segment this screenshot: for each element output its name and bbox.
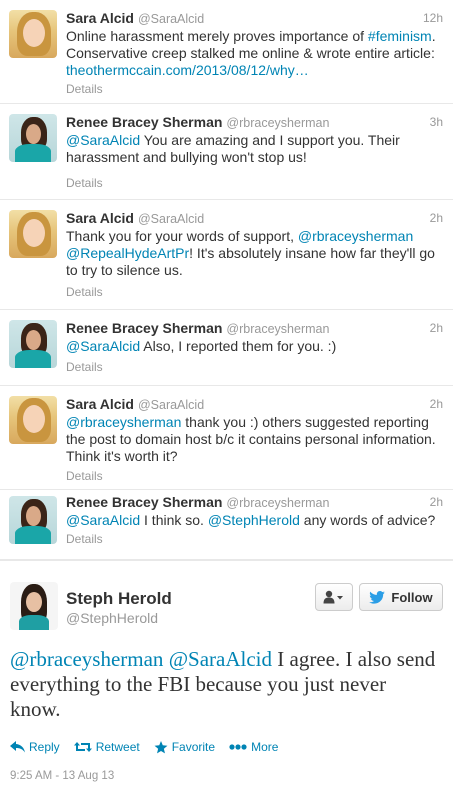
avatar-steph-herold[interactable] xyxy=(10,582,58,630)
mention-link[interactable]: @SaraAlcid xyxy=(66,512,140,528)
mention-link[interactable]: @rbraceysherman xyxy=(298,228,413,244)
author-handle[interactable]: @SaraAlcid xyxy=(138,398,204,412)
details-link[interactable]: Details xyxy=(66,285,103,299)
retweet-icon xyxy=(73,742,92,752)
mention-link[interactable]: @SaraAlcid xyxy=(169,647,272,671)
tweet-time[interactable]: 3h xyxy=(430,115,443,129)
tweet-text: Thank you for your words of support, @rb… xyxy=(66,228,435,278)
tweet-header: Renee Bracey Sherman @rbraceysherman 3h xyxy=(66,114,443,132)
tweet-time[interactable]: 2h xyxy=(430,321,443,335)
mention-link[interactable]: @rbraceysherman xyxy=(66,414,181,430)
hashtag-link[interactable]: #feminism xyxy=(368,28,432,44)
author-handle[interactable]: @SaraAlcid xyxy=(138,212,204,226)
reply-tweet-2[interactable]: Renee Bracey Sherman @rbraceysherman 3h @… xyxy=(0,104,453,200)
author-name[interactable]: Renee Bracey Sherman xyxy=(66,114,222,130)
author-name[interactable]: Sara Alcid xyxy=(66,210,134,226)
details-link[interactable]: Details xyxy=(66,360,103,374)
tweet-timestamp[interactable]: 9:25 AM - 13 Aug 13 xyxy=(10,770,114,782)
details-link[interactable]: Details xyxy=(66,469,103,483)
url-link[interactable]: theothermccain.com/2013/08/12/why… xyxy=(66,62,309,78)
main-tweet: Steph Herold @StephHerold Follow @rbrace… xyxy=(0,560,453,798)
tweet-text: @SaraAlcid I think so. @StephHerold any … xyxy=(66,512,436,528)
author-handle[interactable]: @rbraceysherman xyxy=(226,116,329,130)
avatar-sara-alcid[interactable] xyxy=(9,396,57,444)
more-dots-icon xyxy=(229,744,247,750)
follow-button[interactable]: Follow xyxy=(359,583,443,611)
avatar-renee-bracey-sherman[interactable] xyxy=(9,114,57,162)
tweet-text: Online harassment merely proves importan… xyxy=(66,28,436,78)
mention-link[interactable]: @SaraAlcid xyxy=(66,338,140,354)
tweet-text: @SaraAlcid Also, I reported them for you… xyxy=(66,338,337,354)
follow-label: Follow xyxy=(391,589,433,605)
author-name[interactable]: Steph Herold xyxy=(66,589,172,609)
details-link[interactable]: Details xyxy=(66,176,103,190)
reply-tweet-1[interactable]: Sara Alcid @SaraAlcid 12h Online harassme… xyxy=(0,0,453,104)
main-tweet-text: @rbraceysherman @SaraAlcid I agree. I al… xyxy=(10,647,436,721)
tweet-time[interactable]: 12h xyxy=(423,11,443,25)
mention-link[interactable]: @StephHerold xyxy=(208,512,300,528)
author-name[interactable]: Renee Bracey Sherman xyxy=(66,320,222,336)
avatar-sara-alcid[interactable] xyxy=(9,10,57,58)
tweet-text: @rbraceysherman thank you :) others sugg… xyxy=(66,414,436,464)
reply-tweet-3[interactable]: Sara Alcid @SaraAlcid 2h Thank you for yo… xyxy=(0,200,453,310)
user-icon xyxy=(323,590,343,604)
reply-tweet-5[interactable]: Sara Alcid @SaraAlcid 2h @rbraceysherman … xyxy=(0,386,453,490)
tweet-header: Renee Bracey Sherman @rbraceysherman 2h xyxy=(66,320,443,338)
author-name[interactable]: Renee Bracey Sherman xyxy=(66,494,222,510)
author-handle[interactable]: @SaraAlcid xyxy=(138,12,204,26)
mention-link[interactable]: @RepealHydeArtPr xyxy=(66,245,189,261)
tweet-time[interactable]: 2h xyxy=(430,211,443,225)
tweet-header: Sara Alcid @SaraAlcid 2h xyxy=(66,396,443,414)
details-link[interactable]: Details xyxy=(66,532,103,546)
mention-link[interactable]: @rbraceysherman xyxy=(10,647,163,671)
retweet-action[interactable]: Retweet xyxy=(73,740,140,754)
author-name[interactable]: Sara Alcid xyxy=(66,10,134,26)
tweet-time[interactable]: 2h xyxy=(430,397,443,411)
tweet-header: Renee Bracey Sherman @rbraceysherman 2h xyxy=(66,494,443,512)
author-handle[interactable]: @rbraceysherman xyxy=(226,322,329,336)
mention-link[interactable]: @SaraAlcid xyxy=(66,132,140,148)
avatar-sara-alcid[interactable] xyxy=(9,210,57,258)
more-action[interactable]: More xyxy=(229,740,278,754)
reply-tweet-4[interactable]: Renee Bracey Sherman @rbraceysherman 2h @… xyxy=(0,310,453,386)
reply-tweet-6[interactable]: Renee Bracey Sherman @rbraceysherman 2h @… xyxy=(0,490,453,560)
twitter-bird-icon xyxy=(369,590,386,604)
tweet-time[interactable]: 2h xyxy=(430,495,443,509)
avatar-renee-bracey-sherman[interactable] xyxy=(9,320,57,368)
author-handle[interactable]: @rbraceysherman xyxy=(226,496,329,510)
author-handle[interactable]: @StephHerold xyxy=(66,610,158,626)
favorite-action[interactable]: Favorite xyxy=(154,740,215,754)
user-actions-button[interactable] xyxy=(315,583,353,611)
tweet-actions: Reply Retweet Favorite More xyxy=(10,738,292,756)
reply-action[interactable]: Reply xyxy=(10,740,60,754)
tweet-header: Sara Alcid @SaraAlcid 12h xyxy=(66,10,443,28)
author-name[interactable]: Sara Alcid xyxy=(66,396,134,412)
tweet-header: Sara Alcid @SaraAlcid 2h xyxy=(66,210,443,228)
star-icon xyxy=(154,740,168,753)
reply-icon xyxy=(10,741,25,753)
details-link[interactable]: Details xyxy=(66,82,103,96)
avatar-renee-bracey-sherman[interactable] xyxy=(9,496,57,544)
tweet-text: @SaraAlcid You are amazing and I support… xyxy=(66,132,400,165)
